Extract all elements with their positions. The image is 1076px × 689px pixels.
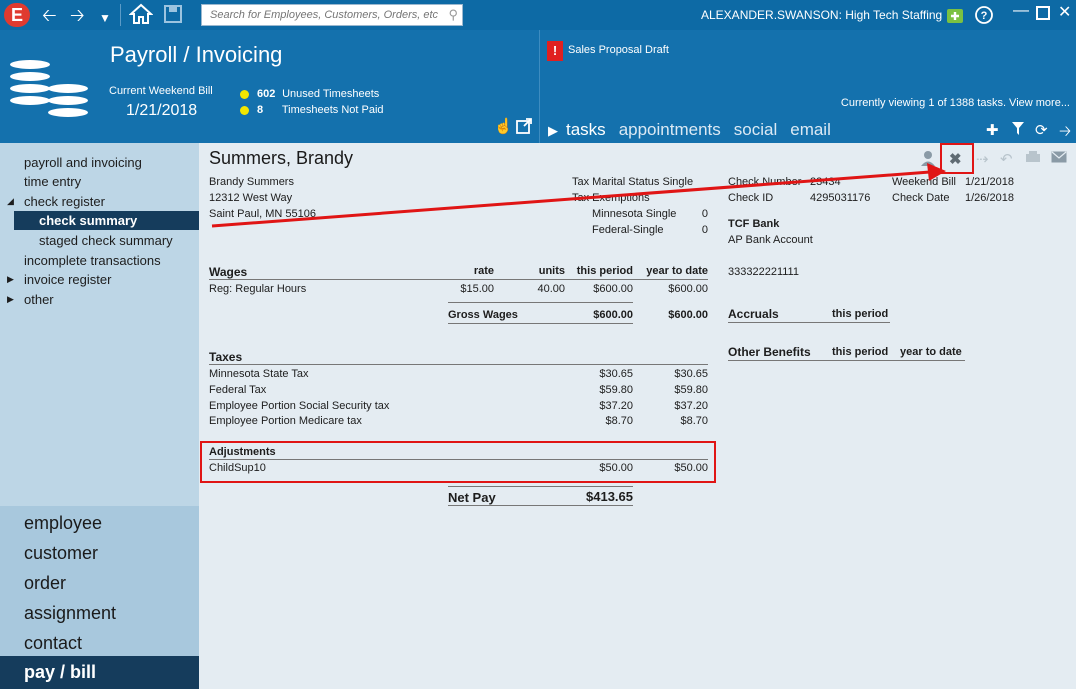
- annotation-arrow: [211, 163, 946, 228]
